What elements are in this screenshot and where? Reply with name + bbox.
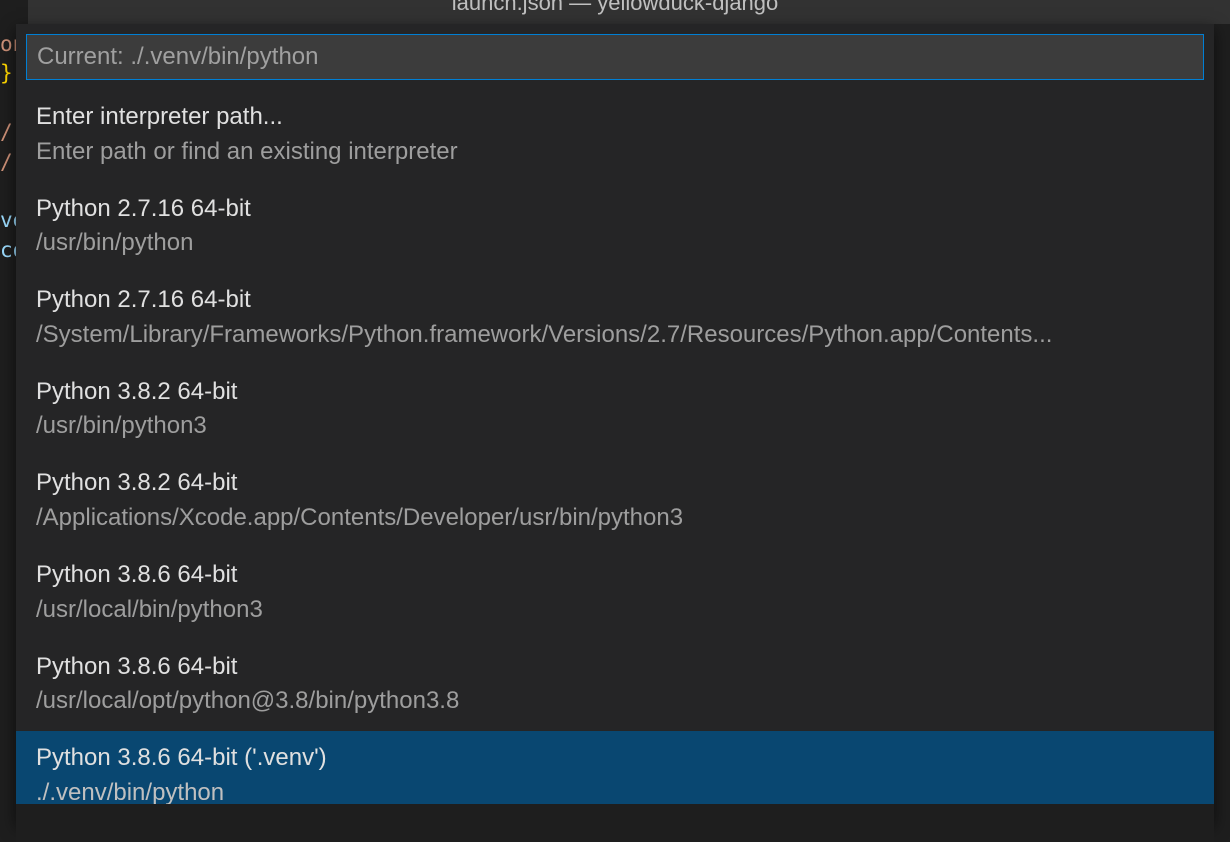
interpreter-option[interactable]: Python 3.8.2 64-bit/usr/bin/python3 <box>16 365 1214 457</box>
interpreter-option[interactable]: Enter interpreter path...Enter path or f… <box>16 90 1214 182</box>
interpreter-path: Enter path or find an existing interpret… <box>36 134 1194 170</box>
interpreter-label: Python 3.8.6 64-bit <box>36 650 1194 684</box>
interpreter-label: Python 3.8.2 64-bit <box>36 375 1194 409</box>
quick-open-panel: Enter interpreter path...Enter path or f… <box>16 24 1214 823</box>
interpreter-option[interactable]: Python 2.7.16 64-bit/usr/bin/python <box>16 182 1214 274</box>
interpreter-label: Python 3.8.2 64-bit <box>36 466 1194 500</box>
interpreter-label: Python 2.7.16 64-bit <box>36 283 1194 317</box>
window-title: launch.json — yellowduck-django <box>452 0 779 16</box>
interpreter-path: /usr/local/bin/python3 <box>36 592 1194 628</box>
input-wrapper <box>16 24 1214 90</box>
interpreter-path: /Applications/Xcode.app/Contents/Develop… <box>36 500 1194 536</box>
interpreter-list: Enter interpreter path...Enter path or f… <box>16 90 1214 823</box>
interpreter-option[interactable]: Python 2.7.16 64-bit/System/Library/Fram… <box>16 273 1214 365</box>
interpreter-option[interactable]: Python 3.8.6 64-bit/usr/local/bin/python… <box>16 548 1214 640</box>
interpreter-label: Python 3.8.6 64-bit <box>36 558 1194 592</box>
title-bar: launch.json — yellowduck-django <box>0 0 1230 24</box>
interpreter-label: Python 2.7.16 64-bit <box>36 192 1194 226</box>
interpreter-path: /usr/bin/python <box>36 225 1194 261</box>
interpreter-path-input[interactable] <box>26 34 1204 80</box>
interpreter-label: Enter interpreter path... <box>36 100 1194 134</box>
interpreter-path: /usr/bin/python3 <box>36 408 1194 444</box>
interpreter-option[interactable]: Python 3.8.6 64-bit/usr/local/opt/python… <box>16 640 1214 732</box>
interpreter-label: Python 3.8.6 64-bit ('.venv') <box>36 741 1194 775</box>
interpreter-option[interactable]: Python 3.8.2 64-bit/Applications/Xcode.a… <box>16 456 1214 548</box>
interpreter-path: /usr/local/opt/python@3.8/bin/python3.8 <box>36 683 1194 719</box>
bottom-area <box>16 804 1214 842</box>
interpreter-path: /System/Library/Frameworks/Python.framew… <box>36 317 1194 353</box>
